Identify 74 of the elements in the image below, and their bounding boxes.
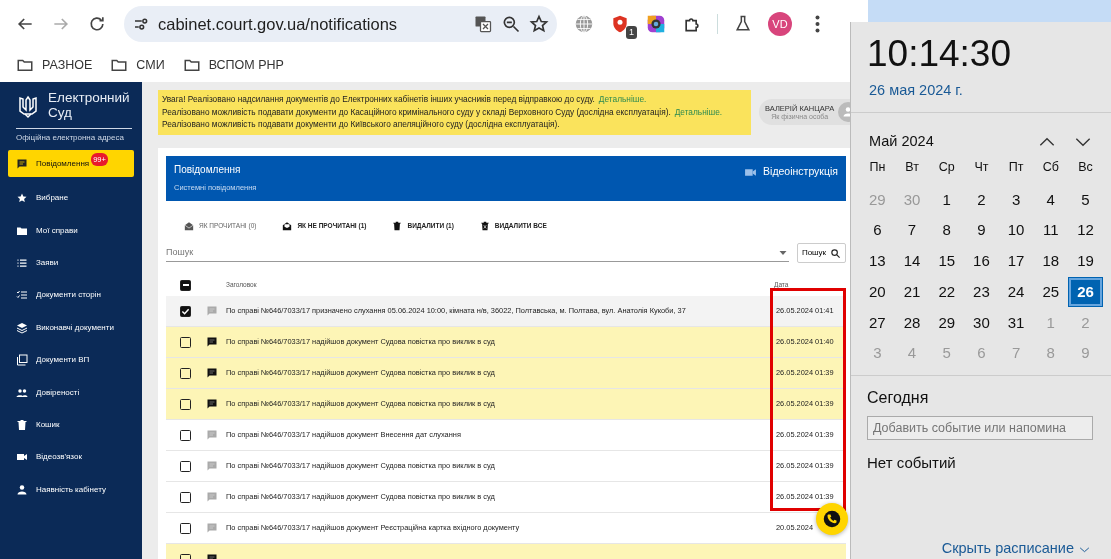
bookmark-folder[interactable]: СМИ	[110, 55, 165, 75]
calendar-day[interactable]: 14	[894, 246, 930, 277]
sidebar-item[interactable]: Мої справи	[0, 214, 142, 247]
calendar-day[interactable]: 28	[894, 307, 930, 339]
details-link[interactable]: Детальніше.	[674, 105, 723, 118]
calendar-day[interactable]: 12	[1068, 215, 1103, 247]
sidebar-item[interactable]: Кошик	[0, 408, 142, 442]
calendar-day[interactable]: 29	[929, 307, 965, 339]
calendar-day[interactable]: 7	[894, 215, 930, 247]
address-bar[interactable]: cabinet.court.gov.ua/notifications	[124, 6, 557, 42]
clock-time: 10:14:30	[866, 32, 1013, 76]
calendar-day[interactable]: 6	[860, 215, 895, 247]
calendar-day[interactable]: 31	[998, 307, 1034, 339]
calendar-day[interactable]: 24	[998, 276, 1034, 308]
calendar-day[interactable]: 26	[1068, 276, 1103, 308]
calendar-day[interactable]: 2	[964, 184, 999, 216]
details-link[interactable]: Детальніше.	[598, 93, 647, 106]
calendar-day[interactable]: 16	[964, 246, 999, 277]
hide-agenda-link[interactable]: Скрыть расписание	[851, 539, 1111, 559]
logo-subtitle: Офіційна електронна адреса	[16, 128, 132, 144]
search-field[interactable]: Пошук	[166, 245, 777, 260]
notice-text: Реалізовано можливість подавати документи до Касаційного кримінального суду у складі Верховного Суду (дослідна експлуатація).	[162, 105, 671, 118]
sidebar-item[interactable]: Заяви	[0, 246, 142, 280]
weekday-label: Ср	[937, 159, 956, 177]
calendar-day[interactable]: 23	[964, 276, 999, 308]
notice-text: Реалізовано можливість подавати документи до Київського апеляційного суду (дослідна експлуатація).	[162, 118, 560, 131]
calendar-day[interactable]: 3	[998, 184, 1034, 216]
panel-title: Повідомлення	[174, 163, 242, 177]
weekday-label: Пт	[1007, 159, 1025, 177]
search-button[interactable]: Пошук	[796, 243, 846, 263]
logo-title: Електронний Суд	[48, 90, 130, 122]
bookmark-folder[interactable]: ВСПОМ PHP	[182, 55, 284, 75]
calendar-day[interactable]: 13	[860, 246, 895, 277]
calendar-day[interactable]: 4	[1033, 184, 1069, 216]
extension-badge: 1	[626, 26, 637, 39]
calendar-day[interactable]: 20	[860, 276, 895, 308]
weekday-label: Чт	[973, 159, 990, 177]
calendar-day[interactable]: 21	[894, 276, 930, 308]
calendar-day[interactable]: 25	[1033, 276, 1069, 308]
calendar-day[interactable]: 11	[1033, 215, 1069, 247]
sidebar-item[interactable]: Вибране	[0, 182, 142, 215]
sidebar-item[interactable]: Довіреності	[0, 376, 142, 409]
event-input[interactable]: Добавить событие или напомина	[867, 415, 1093, 440]
calendar-day[interactable]: 5	[1068, 184, 1103, 216]
calendar-day[interactable]: 8	[929, 215, 965, 247]
calendar-day[interactable]: 1	[929, 184, 965, 216]
clock-date[interactable]: 26 мая 2024 г.	[851, 76, 1111, 112]
month-title[interactable]: Май 2024	[869, 130, 934, 153]
video-instruction-link[interactable]: Відеоінструкція	[744, 162, 838, 182]
calendar-day[interactable]: 22	[929, 276, 965, 308]
calendar-day[interactable]: 18	[1033, 246, 1069, 277]
weekday-label: Пн	[868, 159, 887, 177]
calendar-day[interactable]: 9	[964, 215, 999, 247]
no-events-text: Нет событий	[867, 452, 957, 473]
weekday-label: Вт	[904, 159, 920, 177]
weekday-label: Вс	[1077, 159, 1094, 177]
extension-button[interactable]: 1	[605, 9, 635, 39]
bookmark-folder[interactable]: РАЗНОЕ	[16, 55, 93, 75]
notice-text: Увага! Реалізовано надсилання документів до Електронних кабінетів інших учасників перед відправкою до суду.	[162, 93, 595, 106]
sidebar-item[interactable]: Документи ВП	[0, 343, 142, 377]
sidebar-item[interactable]: Наявність кабінету	[0, 473, 142, 506]
sidebar-item[interactable]: Документи сторін	[0, 279, 142, 312]
calendar-day[interactable]: 15	[929, 246, 965, 277]
calendar-day[interactable]: 17	[998, 246, 1034, 277]
sidebar-item[interactable]: Відеозв'язок	[0, 441, 142, 474]
profile-avatar[interactable]: VD	[768, 12, 792, 36]
calendar-day[interactable]: 27	[860, 307, 895, 339]
url-text: cabinet.court.gov.ua/notifications	[158, 13, 399, 35]
weekday-label: Сб	[1041, 159, 1060, 177]
sidebar-item[interactable]: Виконавчі документи	[0, 311, 142, 344]
calendar-day[interactable]: 10	[998, 215, 1034, 247]
calendar-day[interactable]: 19	[1068, 246, 1103, 277]
agenda-heading: Сегодня	[867, 387, 930, 408]
calendar-day[interactable]: 30	[964, 307, 999, 339]
